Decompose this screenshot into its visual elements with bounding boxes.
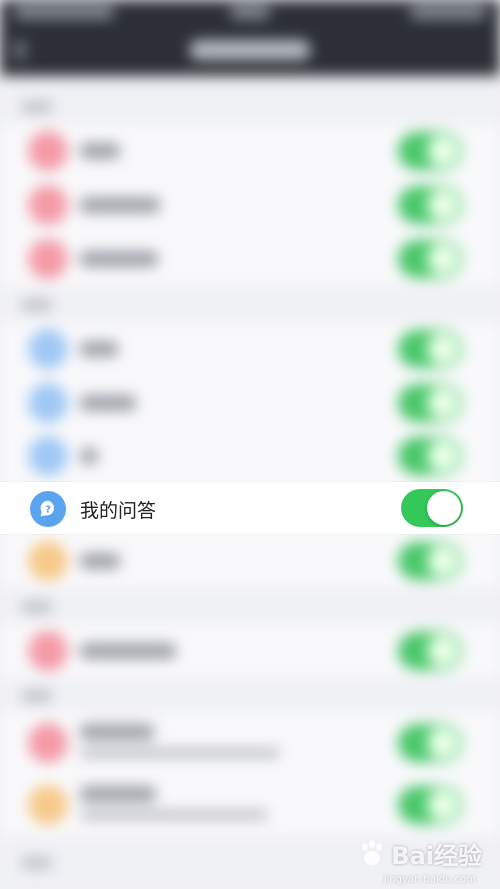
- item-description: [80, 810, 268, 820]
- list-item[interactable]: [0, 178, 500, 232]
- item-toggle[interactable]: [398, 132, 462, 170]
- item-icon: [28, 436, 68, 476]
- item-toggle[interactable]: [398, 330, 462, 368]
- item-icon: [28, 541, 68, 581]
- item-label: [80, 553, 120, 569]
- list-item[interactable]: [0, 376, 500, 430]
- baidu-paw-icon: [362, 839, 383, 865]
- back-arrow-icon[interactable]: [14, 40, 26, 60]
- list-item[interactable]: [0, 774, 500, 836]
- item-toggle[interactable]: [398, 384, 462, 422]
- item-icon: [28, 329, 68, 369]
- section-header-text: [22, 300, 52, 310]
- list-item[interactable]: [0, 124, 500, 178]
- toggle-knob: [427, 491, 461, 525]
- item-label: [80, 643, 176, 659]
- item-toggle[interactable]: [398, 437, 462, 475]
- item-toggle[interactable]: [398, 724, 462, 762]
- my-qa-row[interactable]: ? 我的问答: [0, 482, 500, 534]
- navigation-bar: [0, 26, 500, 76]
- item-icon: [28, 723, 68, 763]
- item-label: [80, 448, 98, 464]
- item-icon: [28, 383, 68, 423]
- my-qa-toggle[interactable]: [401, 489, 463, 527]
- svg-text:?: ?: [45, 505, 51, 516]
- item-toggle[interactable]: [398, 240, 462, 278]
- section-header-text: [22, 858, 52, 868]
- section-header-text: [22, 102, 52, 112]
- my-qa-label: 我的问答: [80, 500, 157, 522]
- baidu-jingyan-watermark: Bai经验 jingyan.baidu.com: [357, 836, 482, 885]
- list-item[interactable]: [0, 534, 500, 588]
- section-header-text: [22, 691, 52, 701]
- section-header-text: [22, 602, 52, 612]
- item-icon: [28, 131, 68, 171]
- list-item[interactable]: [0, 232, 500, 286]
- blurred-background: [0, 0, 500, 889]
- item-icon: [28, 785, 68, 825]
- item-icon: [28, 239, 68, 279]
- watermark-brand: Bai经验: [391, 842, 482, 870]
- item-label: [80, 395, 136, 411]
- status-time: [230, 6, 270, 19]
- item-icon: [28, 185, 68, 225]
- question-bubble-icon: ?: [30, 491, 66, 527]
- list-item[interactable]: [0, 712, 500, 774]
- status-carrier: [14, 6, 114, 19]
- list-item[interactable]: [0, 624, 500, 678]
- item-toggle[interactable]: [398, 632, 462, 670]
- list-item[interactable]: [0, 322, 500, 376]
- item-toggle[interactable]: [398, 786, 462, 824]
- section-header: [0, 76, 500, 124]
- list-item[interactable]: [0, 430, 500, 482]
- item-label: [80, 724, 154, 740]
- item-toggle[interactable]: [398, 186, 462, 224]
- item-label: [80, 143, 120, 159]
- item-label: [80, 341, 118, 357]
- section-header: [0, 286, 500, 322]
- item-icon: [28, 631, 68, 671]
- item-description: [80, 748, 280, 758]
- item-toggle[interactable]: [398, 542, 462, 580]
- section-header: [0, 678, 500, 712]
- section-header: [0, 588, 500, 624]
- status-battery: [410, 6, 486, 19]
- item-label: [80, 251, 158, 267]
- page-title: [190, 40, 310, 60]
- watermark-url: jingyan.baidu.com: [383, 874, 476, 885]
- item-label: [80, 197, 160, 213]
- status-bar: [0, 0, 500, 26]
- item-label: [80, 786, 156, 802]
